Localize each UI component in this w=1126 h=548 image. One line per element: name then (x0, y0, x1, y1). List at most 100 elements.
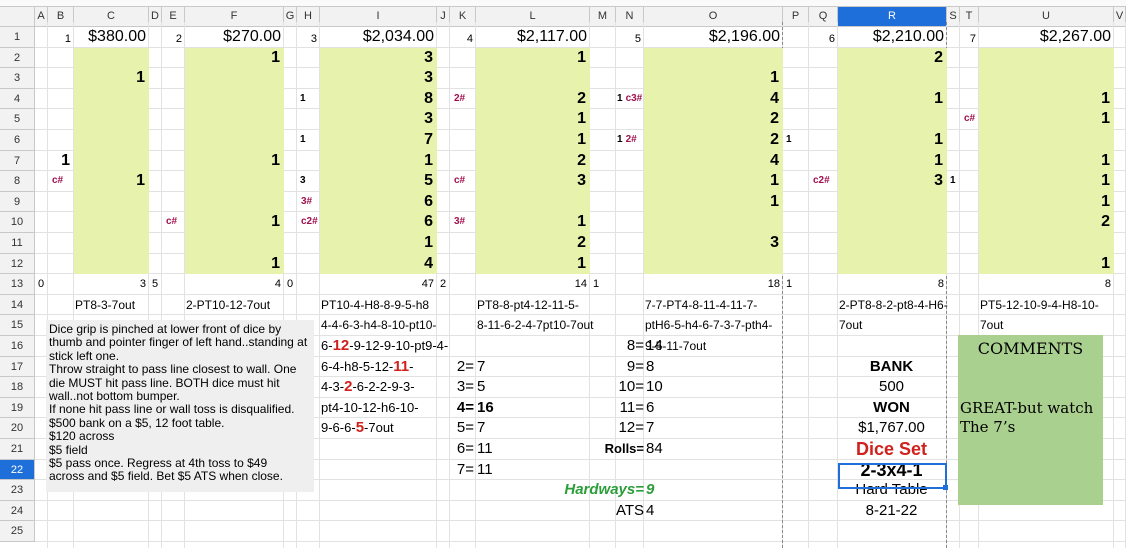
row-header-23[interactable]: 23 (0, 480, 35, 501)
hardways-value[interactable]: 9 (646, 480, 654, 501)
roll-count-i3[interactable]: 3 (320, 68, 433, 89)
set-total-6[interactable]: $2,210.00 (838, 27, 944, 48)
stat-right-value-1[interactable]: 8 (646, 357, 654, 378)
roll-count-b7[interactable]: 1 (48, 151, 70, 172)
roll-count-l12[interactable]: 1 (476, 254, 586, 275)
roll-count-o3[interactable]: 1 (644, 68, 779, 89)
dice-grip-description[interactable]: Dice grip is pinched at lower front of d… (46, 320, 314, 492)
stat-right-label-2[interactable]: 10= (590, 377, 644, 398)
corner-select-all[interactable] (0, 6, 35, 27)
roll-count-f12[interactable]: 1 (185, 254, 280, 275)
stat-left-value-5[interactable]: 11 (477, 460, 493, 481)
roll-count-i12[interactable]: 4 (320, 254, 433, 275)
stat-right-label-3[interactable]: 11= (590, 398, 644, 419)
set-total-3[interactable]: $2,034.00 (320, 27, 434, 48)
ats-value[interactable]: 4 (646, 501, 654, 522)
comments-box[interactable]: COMMENTS GREAT-but watch The 7’s (958, 335, 1103, 505)
set-count-7[interactable]: 8 (979, 274, 1111, 295)
stat-left-label-5[interactable]: 7= (450, 460, 474, 481)
set-start-1[interactable]: 0 (38, 274, 44, 295)
small-count-h6[interactable]: 1 (300, 130, 306, 151)
row-header-16[interactable]: 16 (0, 336, 35, 357)
roll-count-u9[interactable]: 1 (979, 192, 1110, 213)
roll-count-u5[interactable]: 1 (979, 109, 1110, 130)
roll-count-r6[interactable]: 1 (838, 130, 943, 151)
note-b8[interactable]: c# (52, 171, 63, 192)
bank-value[interactable]: 500 (838, 377, 945, 398)
set-total-2[interactable]: $270.00 (185, 27, 281, 48)
stat-right-label-5[interactable]: Rolls= (590, 439, 644, 460)
row-header-20[interactable]: 20 (0, 418, 35, 439)
roll-count-o9[interactable]: 1 (644, 192, 779, 213)
column-header-o[interactable]: O (644, 6, 783, 27)
roll-count-i9[interactable]: 6 (320, 192, 433, 213)
spreadsheet-grid[interactable]: ABCDEFGHIJKLMNOPQRSTUV 1 2 3 4 5 6 7 8 9 10 11 12 13… (0, 0, 1126, 548)
stat-left-value-2[interactable]: 16 (477, 398, 494, 419)
roll-count-f2[interactable]: 1 (185, 48, 280, 69)
row-header-19[interactable]: 19 (0, 397, 35, 419)
note-h9[interactable]: 3# (301, 192, 312, 213)
row-header-22[interactable]: 22 (0, 459, 35, 481)
small-count-h8[interactable]: 3 (300, 171, 306, 192)
roll-count-i7[interactable]: 1 (320, 151, 433, 172)
stat-right-value-2[interactable]: 10 (646, 377, 663, 398)
column-header-f[interactable]: F (185, 6, 284, 27)
note-t5[interactable]: c# (964, 109, 975, 130)
column-header-b[interactable]: B (48, 6, 74, 27)
set3-seq-line-19[interactable]: pt4-10-12-h6-10- (321, 398, 419, 419)
set-index-2[interactable]: 2 (162, 29, 182, 50)
column-header-r[interactable]: R (838, 6, 947, 27)
roll-count-l2[interactable]: 1 (476, 48, 586, 69)
set-start-5[interactable]: 1 (593, 274, 599, 295)
note-k4[interactable]: 2# (454, 89, 465, 110)
set-seq-3-1[interactable]: 4-4-6-3-h4-8-10-pt10- (321, 315, 436, 336)
won-label[interactable]: WON (838, 398, 945, 419)
stat-left-label-2[interactable]: 4= (450, 398, 474, 419)
roll-count-i4[interactable]: 8 (320, 89, 433, 110)
row-header-11[interactable]: 11 (0, 233, 35, 254)
note-k10[interactable]: 3# (454, 212, 465, 233)
date-value[interactable]: 8-21-22 (838, 501, 945, 522)
stat-left-label-0[interactable]: 2= (450, 357, 474, 378)
row-header-17[interactable]: 17 (0, 356, 35, 378)
stat-right-value-5[interactable]: 84 (646, 439, 663, 460)
roll-count-r8[interactable]: 3 (838, 171, 943, 192)
note-display-n6[interactable]: 1 2# (617, 130, 637, 151)
set-seq-2-0[interactable]: 2-PT10-12-7out (186, 295, 270, 316)
column-header-n[interactable]: N (616, 6, 644, 27)
small-count-p6[interactable]: 1 (786, 130, 792, 151)
roll-count-r7[interactable]: 1 (838, 151, 943, 172)
row-header-21[interactable]: 21 (0, 439, 35, 460)
roll-count-f7[interactable]: 1 (185, 151, 280, 172)
set-index-1[interactable]: 1 (48, 29, 71, 50)
set3-seq-line-20[interactable]: 9-6-6-5-7out (321, 418, 394, 439)
row-header-25[interactable]: 25 (0, 521, 35, 542)
note-display-n4[interactable]: 1 c3# (617, 89, 642, 110)
roll-count-l7[interactable]: 2 (476, 151, 586, 172)
column-header-e[interactable]: E (162, 6, 185, 27)
small-count-h4[interactable]: 1 (300, 89, 306, 110)
roll-count-o4[interactable]: 4 (644, 89, 779, 110)
set-seq-4-0[interactable]: PT8-8-pt4-12-11-5- (477, 295, 579, 316)
roll-count-o5[interactable]: 2 (644, 109, 779, 130)
row-header-9[interactable]: 9 (0, 191, 35, 213)
set-index-4[interactable]: 4 (450, 29, 473, 50)
set-index-6[interactable]: 6 (809, 29, 835, 50)
row-header-4[interactable]: 4 (0, 88, 35, 110)
roll-count-u10[interactable]: 2 (979, 212, 1110, 233)
selected-cell-R22[interactable] (838, 463, 947, 489)
roll-count-i5[interactable]: 3 (320, 109, 433, 130)
set-start-6[interactable]: 1 (786, 274, 792, 295)
stat-right-value-3[interactable]: 6 (646, 398, 654, 419)
roll-count-i2[interactable]: 3 (320, 48, 433, 69)
note-q8[interactable]: c2# (813, 171, 830, 192)
set-total-1[interactable]: $380.00 (74, 27, 146, 48)
column-header-k[interactable]: K (450, 6, 476, 27)
set-count-5[interactable]: 18 (644, 274, 780, 295)
stat-left-label-4[interactable]: 6= (450, 439, 474, 460)
roll-count-u4[interactable]: 1 (979, 89, 1110, 110)
ats-label[interactable]: ATS (590, 501, 644, 522)
roll-count-l6[interactable]: 1 (476, 130, 586, 151)
roll-count-r2[interactable]: 2 (838, 48, 943, 69)
fill-handle[interactable] (943, 485, 948, 490)
